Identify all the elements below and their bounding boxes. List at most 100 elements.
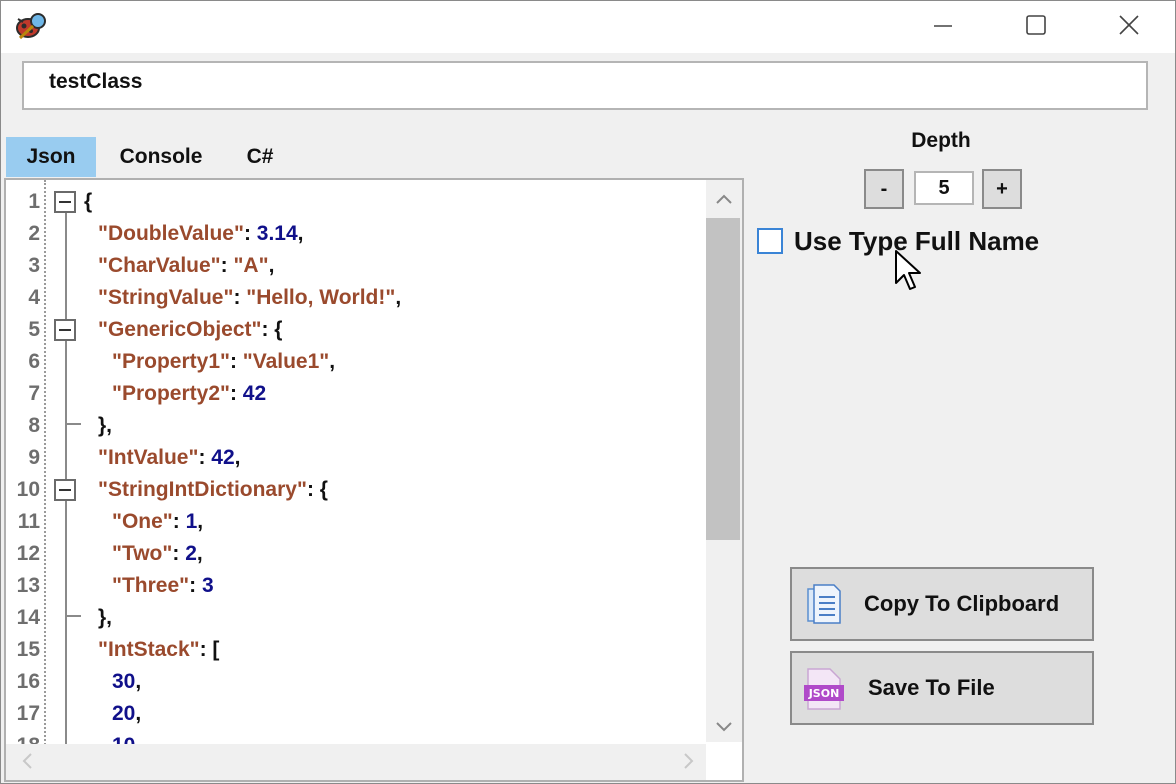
minimize-icon bbox=[933, 15, 953, 40]
fold-collapse-icon[interactable] bbox=[54, 479, 76, 501]
code-token: : bbox=[220, 254, 234, 277]
scroll-right-arrow-icon[interactable] bbox=[674, 746, 704, 776]
code-token: "Property2" bbox=[112, 382, 230, 405]
code-token: "Property1" bbox=[112, 350, 230, 373]
code-token: , bbox=[196, 542, 203, 565]
code-token: }, bbox=[98, 606, 113, 629]
code-token: "Value1" bbox=[242, 350, 330, 373]
code-token: : bbox=[172, 542, 186, 565]
code-token: , bbox=[329, 350, 336, 373]
code-line: 15 "IntStack": [ bbox=[6, 634, 706, 666]
clipboard-document-icon bbox=[804, 583, 844, 627]
code-token: : [ bbox=[199, 638, 220, 661]
code-token: 42 bbox=[242, 382, 267, 405]
app-window: testClass Json Console C# 1{2 "DoubleValu… bbox=[0, 0, 1176, 784]
code-token: : bbox=[243, 222, 257, 245]
json-file-icon-text: JSON bbox=[808, 687, 840, 700]
line-number: 11 bbox=[17, 510, 40, 533]
mouse-pointer-icon bbox=[894, 249, 924, 293]
code-token: "One" bbox=[112, 510, 173, 533]
line-number: 5 bbox=[28, 318, 40, 341]
line-number: 7 bbox=[28, 382, 40, 405]
line-number: 17 bbox=[16, 702, 40, 725]
code-token: "Two" bbox=[112, 542, 173, 565]
code-token: , bbox=[297, 222, 304, 245]
code-token: "StringValue" bbox=[98, 286, 234, 309]
code-token: 3.14 bbox=[256, 222, 298, 245]
code-token: , bbox=[395, 286, 402, 309]
code-text: }, bbox=[98, 410, 112, 442]
code-token: : bbox=[172, 510, 186, 533]
line-number: 9 bbox=[28, 446, 40, 469]
code-token: "Three" bbox=[112, 574, 190, 597]
line-number: 4 bbox=[28, 286, 40, 309]
code-token: , bbox=[234, 446, 241, 469]
code-line: 1{ bbox=[6, 186, 706, 218]
code-line: 9 "IntValue": 42, bbox=[6, 442, 706, 474]
code-token: , bbox=[135, 702, 142, 725]
tab-console[interactable]: Console bbox=[105, 137, 217, 177]
json-code-editor[interactable]: 1{2 "DoubleValue": 3.14, 3 "CharValue": "A"… bbox=[4, 178, 744, 782]
code-token: "StringIntDictionary" bbox=[98, 478, 307, 501]
code-text: "Property1": "Value1", bbox=[112, 346, 335, 378]
tab-csharp[interactable]: C# bbox=[227, 137, 293, 177]
scroll-left-arrow-icon[interactable] bbox=[12, 746, 42, 776]
code-line: 12 "Two": 2, bbox=[6, 538, 706, 570]
code-token: }, bbox=[98, 414, 113, 437]
code-text: { bbox=[84, 186, 92, 218]
fold-collapse-icon[interactable] bbox=[54, 319, 76, 341]
line-number: 3 bbox=[28, 254, 40, 277]
horizontal-scrollbar[interactable] bbox=[6, 744, 706, 780]
copy-to-clipboard-button[interactable]: Copy To Clipboard bbox=[790, 567, 1094, 641]
copy-button-label: Copy To Clipboard bbox=[864, 591, 1060, 616]
line-number: 14 bbox=[16, 606, 40, 629]
tab-json[interactable]: Json bbox=[6, 137, 96, 177]
maximize-button[interactable] bbox=[1006, 7, 1066, 47]
code-token: 1 bbox=[185, 510, 198, 533]
code-text: "IntStack": [ bbox=[98, 634, 219, 666]
minimize-button[interactable] bbox=[913, 7, 973, 47]
line-number: 12 bbox=[16, 542, 40, 565]
code-token: : bbox=[229, 350, 243, 373]
code-token: , bbox=[268, 254, 275, 277]
fold-collapse-icon[interactable] bbox=[54, 191, 76, 213]
code-token: 20 bbox=[112, 702, 136, 725]
line-number: 8 bbox=[28, 414, 40, 437]
code-token: { bbox=[84, 190, 93, 213]
code-token: "Hello, World!" bbox=[246, 286, 396, 309]
use-type-full-name-checkbox[interactable] bbox=[757, 228, 783, 254]
code-line: 8}, bbox=[6, 410, 706, 442]
line-number: 1 bbox=[28, 190, 40, 213]
vertical-scroll-thumb[interactable] bbox=[706, 218, 740, 540]
code-token: 30 bbox=[112, 670, 136, 693]
code-token: : { bbox=[306, 478, 328, 501]
close-icon bbox=[1118, 14, 1140, 41]
code-token: : bbox=[189, 574, 202, 597]
code-line: 14}, bbox=[6, 602, 706, 634]
save-to-file-button[interactable]: JSON Save To File bbox=[790, 651, 1094, 725]
code-text: "IntValue": 42, bbox=[98, 442, 240, 474]
code-text: "DoubleValue": 3.14, bbox=[98, 218, 304, 250]
close-button[interactable] bbox=[1099, 7, 1159, 47]
depth-increment-button[interactable]: + bbox=[982, 169, 1022, 209]
line-number: 10 bbox=[16, 478, 40, 501]
depth-input[interactable]: 5 bbox=[914, 171, 974, 205]
code-token: : { bbox=[261, 318, 283, 341]
code-token: : bbox=[229, 382, 243, 405]
scroll-down-arrow-icon[interactable] bbox=[709, 712, 739, 742]
code-line: 6 "Property1": "Value1", bbox=[6, 346, 706, 378]
depth-decrement-button[interactable]: - bbox=[864, 169, 904, 209]
code-token: "A" bbox=[233, 254, 269, 277]
depth-label: Depth bbox=[911, 129, 971, 152]
code-token: , bbox=[135, 670, 142, 693]
code-token: 2 bbox=[185, 542, 197, 565]
code-text: 20, bbox=[112, 698, 141, 730]
code-line: 16 30, bbox=[6, 666, 706, 698]
code-text: "Three": 3 bbox=[112, 570, 214, 602]
line-number: 2 bbox=[28, 222, 40, 245]
code-text: "CharValue": "A", bbox=[98, 250, 274, 282]
scroll-up-arrow-icon[interactable] bbox=[709, 184, 739, 214]
code-token: "GenericObject" bbox=[98, 318, 262, 341]
code-token: : bbox=[233, 286, 247, 309]
object-name-field[interactable]: testClass bbox=[22, 61, 1148, 110]
